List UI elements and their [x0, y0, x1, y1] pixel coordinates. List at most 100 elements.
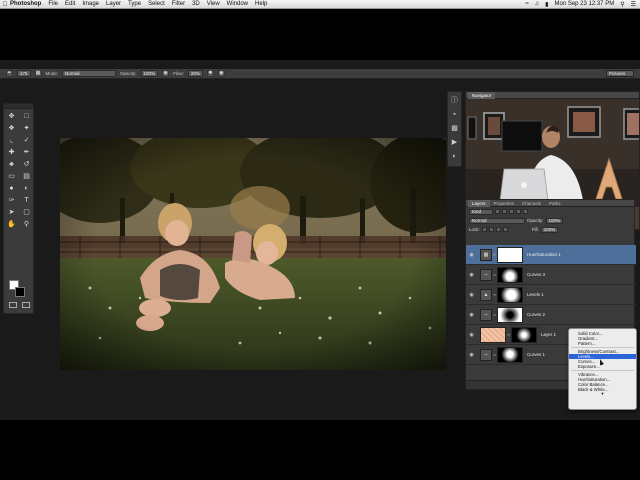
visibility-eye-icon[interactable]: ◉ [466, 272, 477, 278]
layer-mask-thumbnail[interactable] [497, 346, 523, 363]
quick-select-tool-icon[interactable]: ✦ [20, 123, 33, 134]
menu-file[interactable]: File [48, 1, 58, 7]
zoom-tool-icon[interactable]: ⚲ [20, 219, 33, 230]
quick-mask-icon[interactable] [9, 302, 17, 308]
visibility-eye-icon[interactable]: ◉ [466, 352, 477, 358]
shape-tool-icon[interactable]: ▢ [20, 207, 33, 218]
pen-tool-icon[interactable]: ✑ [5, 195, 18, 206]
brush-tool-preset-icon[interactable]: ✒ [6, 70, 13, 77]
layer-row-curves-3[interactable]: ◉ ∽ ∞ Curves 3 [466, 265, 636, 285]
menu-edit[interactable]: Edit [65, 1, 75, 7]
workspace-select[interactable]: Pictures [606, 70, 634, 77]
eraser-tool-icon[interactable]: ▭ [5, 171, 18, 182]
lasso-tool-icon[interactable]: ❖ [5, 123, 18, 134]
menu-type[interactable]: Type [128, 1, 141, 7]
layer-pixel-thumbnail[interactable] [480, 326, 506, 343]
wifi-icon[interactable]: ≈ [525, 1, 528, 7]
document-canvas[interactable] [60, 138, 446, 370]
brush-size-picker[interactable]: 475 [17, 70, 31, 77]
layer-row-levels-1[interactable]: ◉ ▲ ∞ Levels 1 [466, 285, 636, 305]
info-icon[interactable]: ⓘ [449, 95, 460, 106]
type-tool-icon[interactable]: T [20, 195, 33, 206]
tab-properties[interactable]: Properties [490, 200, 519, 207]
hand-tool-icon[interactable]: ✋ [5, 219, 18, 230]
clone-stamp-tool-icon[interactable]: ♣ [5, 159, 18, 170]
menu-clock[interactable]: Mon Sep 23 12:37 PM [554, 1, 614, 7]
filter-pixel-icon[interactable] [495, 209, 500, 214]
background-color-swatch[interactable] [15, 287, 25, 297]
layer-mask-thumbnail[interactable] [497, 246, 523, 263]
tab-paths[interactable]: Paths [545, 200, 565, 207]
gradient-tool-icon[interactable]: ▤ [20, 171, 33, 182]
layer-filter-kind[interactable]: Kind [469, 208, 493, 215]
menu-app-name[interactable]: Photoshop [10, 1, 41, 7]
layer-opacity-field[interactable]: 100% [545, 217, 564, 224]
menu-window[interactable]: Window [227, 1, 248, 7]
healing-brush-tool-icon[interactable]: ✚ [5, 147, 18, 158]
layer-mask-thumbnail[interactable] [497, 306, 523, 323]
history-icon[interactable]: ▩ [449, 123, 460, 134]
layer-name: Curves 3 [527, 272, 546, 277]
layer-mask-thumbnail[interactable] [511, 326, 537, 343]
dodge-tool-icon[interactable]: ◐ [20, 183, 33, 194]
actions-icon[interactable]: ▶ [449, 137, 460, 148]
pressure-size-icon[interactable]: ◉ [217, 70, 225, 77]
menu-select[interactable]: Select [148, 1, 165, 7]
lock-position-icon[interactable] [495, 227, 501, 232]
layer-mask-thumbnail[interactable] [497, 266, 523, 283]
marquee-tool-icon[interactable]: □ [20, 111, 33, 122]
menu-image[interactable]: Image [82, 1, 99, 7]
filter-smart-icon[interactable] [523, 209, 528, 214]
menu-scroll-down-icon[interactable]: ▼ [569, 392, 636, 396]
volume-icon[interactable]: ♫ [535, 1, 540, 7]
histogram-icon[interactable]: ▪ [449, 109, 460, 120]
visibility-eye-icon[interactable]: ◉ [466, 332, 477, 338]
menu-filter[interactable]: Filter [172, 1, 185, 7]
flow-field[interactable]: 20% [187, 70, 203, 77]
visibility-eye-icon[interactable]: ◉ [466, 312, 477, 318]
history-brush-tool-icon[interactable]: ↺ [20, 159, 33, 170]
apple-icon[interactable]:  [0, 1, 10, 8]
lock-all-icon[interactable] [502, 227, 508, 232]
move-tool-icon[interactable]: ✥ [5, 111, 18, 122]
adjustments-icon[interactable]: ◐ [449, 151, 460, 162]
pressure-opacity-icon[interactable]: ◉ [162, 70, 170, 77]
brush-panel-toggle-icon[interactable]: ▦ [34, 70, 42, 77]
tab-navigator[interactable]: Navigator [468, 92, 496, 99]
fill-field[interactable]: 100% [540, 226, 559, 233]
filter-adjustment-icon[interactable] [502, 209, 507, 214]
tab-channels[interactable]: Channels [518, 200, 545, 207]
visibility-eye-icon[interactable]: ◉ [466, 252, 477, 258]
filter-shape-icon[interactable] [516, 209, 521, 214]
crop-tool-icon[interactable]: ⌞ [5, 135, 18, 146]
menu-item-pattern[interactable]: Pattern... [569, 341, 636, 346]
visibility-eye-icon[interactable]: ◉ [466, 292, 477, 298]
menu-item-exposure[interactable]: Exposure... [569, 364, 636, 369]
menu-view[interactable]: View [207, 1, 220, 7]
blur-tool-icon[interactable]: ● [5, 183, 18, 194]
opacity-field[interactable]: 100% [140, 70, 159, 77]
menu-layer[interactable]: Layer [106, 1, 121, 7]
blend-mode-select[interactable]: Normal [469, 217, 525, 224]
airbrush-icon[interactable]: ✹ [206, 70, 214, 77]
tab-layers[interactable]: Layers [468, 199, 490, 207]
layer-row-hue-saturation-1[interactable]: ◉ ▩ ∞ Hue/Saturation 1 [466, 245, 636, 265]
lock-pixels-icon[interactable] [488, 227, 494, 232]
spotlight-search-icon[interactable]: ⚲ [620, 1, 624, 8]
path-select-tool-icon[interactable]: ➤ [5, 207, 18, 218]
mode-select[interactable]: Normal [62, 70, 117, 77]
brush-tool-icon[interactable]: ✒ [20, 147, 33, 158]
lock-transparency-icon[interactable] [481, 227, 487, 232]
eyedropper-tool-icon[interactable]: ✓ [20, 135, 33, 146]
menu-help[interactable]: Help [255, 1, 267, 7]
menu-3d[interactable]: 3D [192, 1, 200, 7]
layer-row-curves-2[interactable]: ◉ ∽ ∞ Curves 2 [466, 305, 636, 325]
layer-mask-thumbnail[interactable] [497, 286, 523, 303]
layer-filter-row: Kind [466, 207, 634, 216]
menu-separator [571, 347, 634, 348]
battery-icon[interactable]: ▮ [545, 1, 548, 8]
filter-type-icon[interactable] [509, 209, 514, 214]
notification-list-icon[interactable]: ☰ [631, 1, 636, 8]
mode-label: Mode: [45, 71, 59, 76]
screen-mode-icon[interactable] [22, 302, 30, 308]
